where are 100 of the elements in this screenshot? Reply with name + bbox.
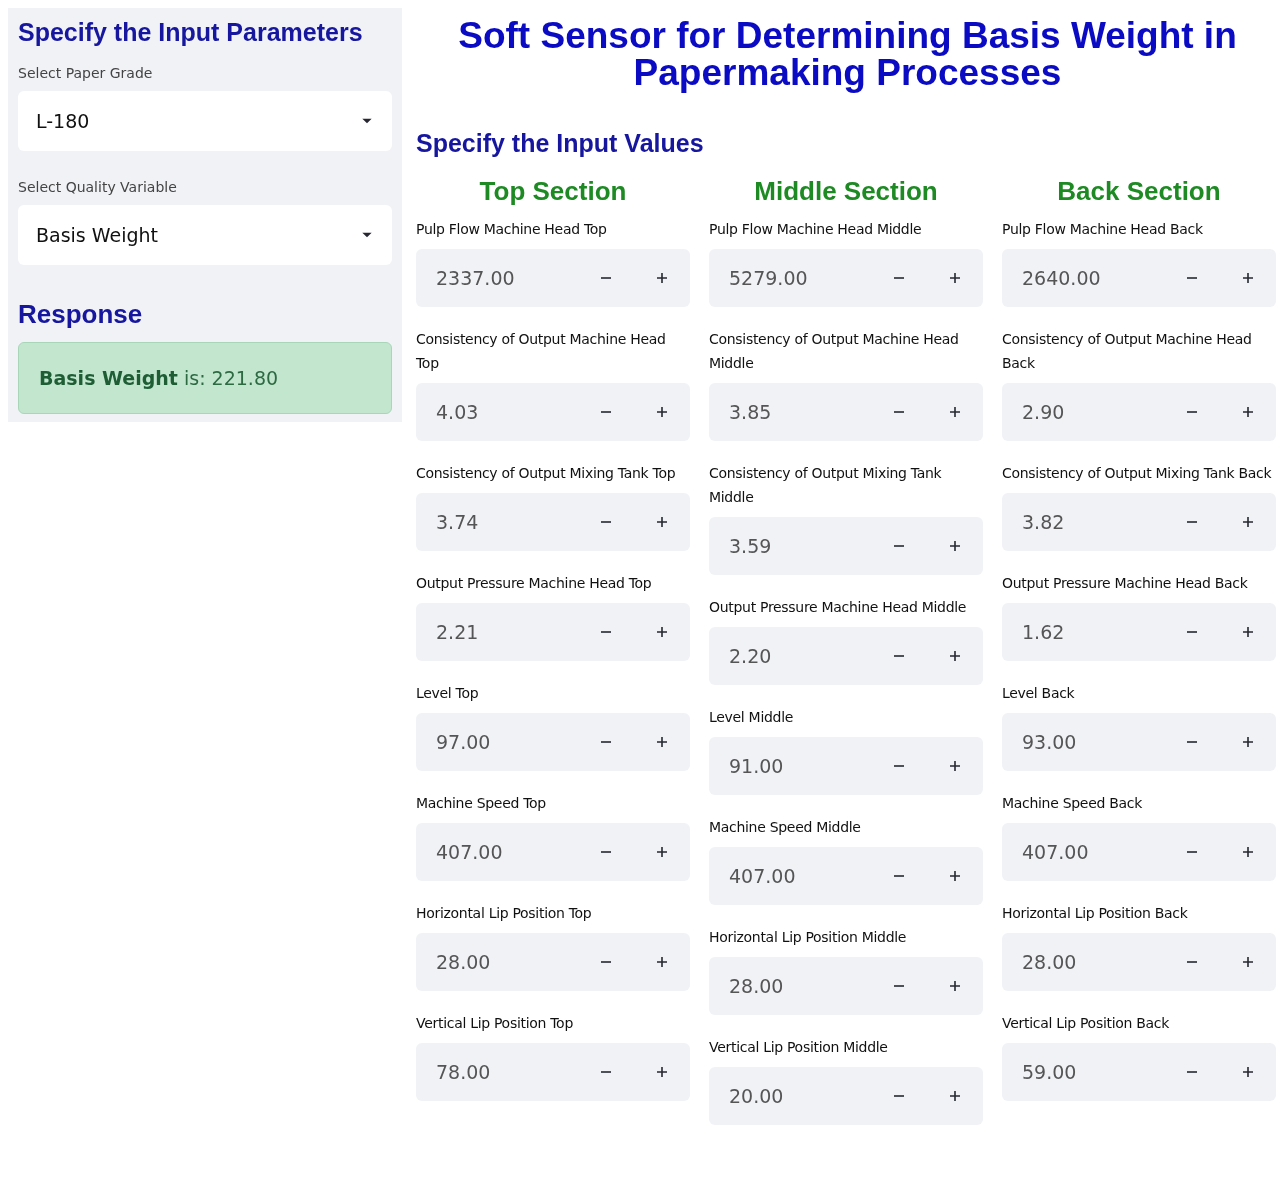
plus-icon bbox=[656, 272, 668, 284]
column-heading: Top Section bbox=[478, 176, 628, 207]
field-label: Pulp Flow Machine Head Back bbox=[1002, 220, 1204, 239]
number-input[interactable]: 2.21 bbox=[416, 603, 690, 661]
input-value: 78.00 bbox=[436, 1061, 492, 1083]
number-input[interactable]: 3.85 bbox=[709, 383, 983, 441]
field-label: Horizontal Lip Position Back bbox=[1002, 904, 1189, 923]
response-message: Basis Weight is: 221.80 bbox=[39, 367, 279, 389]
input-value: 4.03 bbox=[436, 401, 480, 423]
number-input[interactable]: 93.00 bbox=[1002, 713, 1276, 771]
number-input[interactable]: 59.00 bbox=[1002, 1043, 1276, 1101]
number-input[interactable]: 407.00 bbox=[709, 847, 983, 905]
field-label: Horizontal Lip Position Middle bbox=[709, 928, 908, 947]
field-label: Consistency of Output Mixing Tank Back bbox=[1002, 464, 1273, 483]
plus-icon bbox=[1242, 626, 1254, 638]
field-label: Output Pressure Machine Head Middle bbox=[709, 598, 968, 617]
column-heading: Middle Section bbox=[753, 176, 939, 207]
input-value: 407.00 bbox=[729, 865, 797, 887]
plus-icon bbox=[656, 406, 668, 418]
plus-icon bbox=[949, 540, 961, 552]
column-heading: Back Section bbox=[1056, 176, 1222, 207]
plus-icon bbox=[656, 626, 668, 638]
number-input[interactable]: 28.00 bbox=[416, 933, 690, 991]
plus-icon bbox=[949, 870, 961, 882]
number-input[interactable]: 5279.00 bbox=[709, 249, 983, 307]
plus-icon bbox=[656, 1066, 668, 1078]
field-label: Output Pressure Machine Head Back bbox=[1002, 574, 1249, 593]
field-label: Level Top bbox=[416, 684, 480, 703]
plus-icon bbox=[949, 760, 961, 772]
input-value: 3.82 bbox=[1022, 511, 1066, 533]
plus-icon bbox=[1242, 516, 1254, 528]
number-input[interactable]: 28.00 bbox=[709, 957, 983, 1015]
plus-icon bbox=[949, 272, 961, 284]
plus-icon bbox=[1242, 846, 1254, 858]
field-label: Vertical Lip Position Top bbox=[416, 1014, 574, 1033]
input-value: 28.00 bbox=[1022, 951, 1078, 973]
field-label: Consistency of Output Machine Head Top bbox=[416, 330, 667, 373]
input-value: 28.00 bbox=[436, 951, 492, 973]
input-value: 20.00 bbox=[729, 1085, 785, 1107]
input-value: 5279.00 bbox=[729, 267, 809, 289]
number-input[interactable]: 97.00 bbox=[416, 713, 690, 771]
field-label: Select Quality Variable bbox=[18, 179, 178, 195]
page-title: Soft Sensor for Determining Basis Weight in Papermaking Processes bbox=[457, 17, 1238, 91]
field-label: Level Middle bbox=[709, 708, 795, 727]
plus-icon bbox=[656, 516, 668, 528]
input-value: 2.20 bbox=[729, 645, 773, 667]
input-value: 3.85 bbox=[729, 401, 773, 423]
input-value: 28.00 bbox=[729, 975, 785, 997]
input-value: 2.90 bbox=[1022, 401, 1066, 423]
number-input[interactable]: 3.82 bbox=[1002, 493, 1276, 551]
number-input[interactable]: 1.62 bbox=[1002, 603, 1276, 661]
field-label: Consistency of Output Mixing Tank Top bbox=[416, 464, 677, 483]
number-input[interactable]: 28.00 bbox=[1002, 933, 1276, 991]
field-label: Consistency of Output Machine Head Back bbox=[1002, 330, 1253, 373]
field-label: Output Pressure Machine Head Top bbox=[416, 574, 653, 593]
plus-icon bbox=[1242, 1066, 1254, 1078]
plus-icon bbox=[949, 980, 961, 992]
number-input[interactable]: 407.00 bbox=[416, 823, 690, 881]
number-input[interactable]: 2.90 bbox=[1002, 383, 1276, 441]
number-input[interactable]: 3.74 bbox=[416, 493, 690, 551]
number-input[interactable]: 78.00 bbox=[416, 1043, 690, 1101]
plus-icon bbox=[949, 1090, 961, 1102]
input-value: 2640.00 bbox=[1022, 267, 1102, 289]
input-value: 93.00 bbox=[1022, 731, 1078, 753]
input-value: 2337.00 bbox=[436, 267, 516, 289]
field-label: Vertical Lip Position Middle bbox=[709, 1038, 889, 1057]
number-input[interactable]: 4.03 bbox=[416, 383, 690, 441]
field-label: Level Back bbox=[1002, 684, 1076, 703]
input-value: 2.21 bbox=[436, 621, 480, 643]
input-value: 1.62 bbox=[1022, 621, 1066, 643]
number-input[interactable]: 91.00 bbox=[709, 737, 983, 795]
plus-icon bbox=[1242, 736, 1254, 748]
field-label: Consistency of Output Machine Head Middle bbox=[709, 330, 960, 373]
number-input[interactable]: 407.00 bbox=[1002, 823, 1276, 881]
field-label: Pulp Flow Machine Head Top bbox=[416, 220, 608, 239]
sidebar-heading: Specify the Input Parameters bbox=[18, 18, 364, 47]
input-value: 407.00 bbox=[1022, 841, 1090, 863]
field-label: Machine Speed Top bbox=[416, 794, 547, 813]
plus-icon bbox=[656, 736, 668, 748]
number-input[interactable]: 2640.00 bbox=[1002, 249, 1276, 307]
field-label: Pulp Flow Machine Head Middle bbox=[709, 220, 923, 239]
input-value: 59.00 bbox=[1022, 1061, 1078, 1083]
field-label: Consistency of Output Mixing Tank Middle bbox=[709, 464, 943, 507]
number-input[interactable]: 20.00 bbox=[709, 1067, 983, 1125]
response-heading: Response bbox=[18, 299, 144, 330]
plus-icon bbox=[656, 956, 668, 968]
plus-icon bbox=[1242, 272, 1254, 284]
number-input[interactable]: 3.59 bbox=[709, 517, 983, 575]
input-value: 3.74 bbox=[436, 511, 480, 533]
field-label: Machine Speed Middle bbox=[709, 818, 862, 837]
input-value: 407.00 bbox=[436, 841, 504, 863]
field-label: Machine Speed Back bbox=[1002, 794, 1143, 813]
section-heading: Specify the Input Values bbox=[416, 129, 705, 158]
plus-icon bbox=[656, 846, 668, 858]
dropdown-field[interactable]: L-180 bbox=[18, 91, 392, 151]
field-label: Select Paper Grade bbox=[18, 65, 154, 81]
plus-icon bbox=[1242, 406, 1254, 418]
dropdown-field[interactable]: Basis Weight bbox=[18, 205, 392, 265]
number-input[interactable]: 2337.00 bbox=[416, 249, 690, 307]
number-input[interactable]: 2.20 bbox=[709, 627, 983, 685]
